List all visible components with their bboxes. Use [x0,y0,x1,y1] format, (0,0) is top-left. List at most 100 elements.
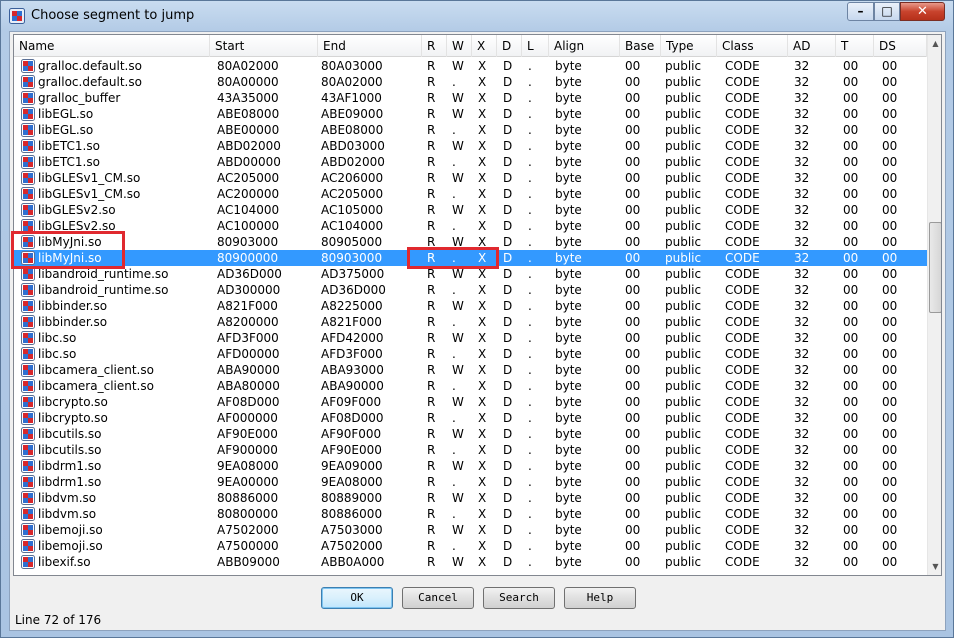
column-header-name[interactable]: Name [14,35,210,57]
cell-align: byte [555,459,582,473]
column-header-type[interactable]: Type [661,35,717,57]
table-row[interactable]: libandroid_runtime.so AD300000 AD36D000 R. X… [14,282,927,298]
cell-d: D [503,363,513,377]
cell-d: D [503,235,513,249]
cell-name: libemoji.so [38,539,103,553]
maximize-button[interactable]: □ [874,2,900,21]
cell-base: 00 [625,443,641,457]
cell-r: R [427,267,436,281]
cell-align: byte [555,251,582,265]
segment-icon [21,187,35,201]
table-row[interactable]: libcamera_client.so ABA90000 ABA93000 R W X D.… [14,362,927,378]
cell-ad: 32 [794,331,810,345]
cell-w: W [452,107,464,121]
segment-list[interactable]: Name Start End R W X D L Align Base Type Class AD T DS… [13,34,942,576]
table-row[interactable]: libMyJni.so 80900000 80903000 R. X D. byte 00 pu… [14,250,927,266]
cell-ad: 32 [794,443,810,457]
table-row[interactable]: libemoji.so A7500000 A7502000 R. X D. byte 00 pu… [14,538,927,554]
cell-type: public [665,379,702,393]
table-row[interactable]: libETC1.so ABD02000 ABD03000 R W X D. byte 00 pub… [14,138,927,154]
table-row[interactable]: libEGL.so ABE00000 ABE08000 R. X D. byte 00 publ… [14,122,927,138]
table-row[interactable]: libGLESv1_CM.so AC200000 AC205000 R. X D. byte… [14,186,927,202]
table-row[interactable]: libcamera_client.so ABA80000 ABA90000 R. X D.… [14,378,927,394]
cell-end: AC205000 [321,187,384,201]
cell-t: 00 [843,395,859,409]
cell-base: 00 [625,347,641,361]
cell-ad: 32 [794,283,810,297]
table-row[interactable]: libcrypto.so AF000000 AF08D000 R. X D. byte 00 p… [14,410,927,426]
column-header-d[interactable]: D [497,35,522,57]
cell-end: AFD3F000 [321,347,383,361]
column-header-w[interactable]: W [447,35,472,57]
cell-ad: 32 [794,539,810,553]
column-header-class[interactable]: Class [717,35,788,57]
cell-d: D [503,107,513,121]
cell-type: public [665,347,702,361]
cell-ds: 00 [882,235,898,249]
cell-d: D [503,75,513,89]
table-row[interactable]: libemoji.so A7502000 A7503000 R W X D. byte 00 pu… [14,522,927,538]
close-button[interactable]: ✕ [900,2,945,21]
cell-l: . [528,475,532,489]
ok-button[interactable]: OK [321,587,393,609]
table-row[interactable]: libcutils.so AF900000 AF90E000 R. X D. byte 00 p… [14,442,927,458]
search-button[interactable]: Search [483,587,555,609]
title-bar[interactable]: Choose segment to jump – □ ✕ [1,1,953,31]
segment-icon [21,107,35,121]
table-row[interactable]: libMyJni.so 80903000 80905000 R W X D. byte 00 pu… [14,234,927,250]
column-header-end[interactable]: End [318,35,422,57]
table-row[interactable]: gralloc.default.so 80A02000 80A03000 R W X D. b… [14,58,927,74]
cell-start: A8200000 [217,315,279,329]
column-header-start[interactable]: Start [210,35,318,57]
column-header-t[interactable]: T [836,35,874,57]
table-row[interactable]: libc.so AFD00000 AFD3F000 R. X D. byte 00 public… [14,346,927,362]
table-row[interactable]: libcrypto.so AF08D000 AF09F000 R W X D. byte 00 p… [14,394,927,410]
table-row[interactable]: libdrm1.so 9EA08000 9EA09000 R W X D. byte 00 pub… [14,458,927,474]
cell-class: CODE [725,75,760,89]
scroll-up-arrow-icon[interactable]: ▲ [928,35,941,52]
table-row[interactable]: libETC1.so ABD00000 ABD02000 R. X D. byte 00 pub… [14,154,927,170]
cell-ds: 00 [882,507,898,521]
help-button[interactable]: Help [564,587,636,609]
table-row[interactable]: gralloc_buffer 43A35000 43AF1000 R W X D. byte 0… [14,90,927,106]
cell-t: 00 [843,75,859,89]
table-row[interactable]: libGLESv2.so AC104000 AC105000 R W X D. byte 00 p… [14,202,927,218]
table-row[interactable]: libdvm.so 80800000 80886000 R. X D. byte 00 publ… [14,506,927,522]
column-header-base[interactable]: Base [620,35,661,57]
table-row[interactable]: libc.so AFD3F000 AFD42000 R W X D. byte 00 public… [14,330,927,346]
cell-l: . [528,315,532,329]
vertical-scrollbar[interactable]: ▲ ▼ [927,35,941,575]
column-header-x[interactable]: X [472,35,497,57]
table-row[interactable]: libcutils.so AF90E000 AF90F000 R W X D. byte 00 p… [14,426,927,442]
minimize-button[interactable]: – [847,2,874,21]
cell-d: D [503,123,513,137]
column-header-r[interactable]: R [422,35,447,57]
cell-r: R [427,171,436,185]
table-row[interactable]: libdvm.so 80886000 80889000 R W X D. byte 00 publ… [14,490,927,506]
column-header-l[interactable]: L [522,35,549,57]
column-header-ad[interactable]: AD [788,35,836,57]
column-header-ds[interactable]: DS [874,35,927,57]
list-rows[interactable]: gralloc.default.so 80A02000 80A03000 R W X D. b… [14,58,927,575]
cell-r: R [427,139,436,153]
table-row[interactable]: libdrm1.so 9EA00000 9EA08000 R. X D. byte 00 pub… [14,474,927,490]
table-row[interactable]: libEGL.so ABE08000 ABE09000 R W X D. byte 00 publ… [14,106,927,122]
table-row[interactable]: libexif.so ABB09000 ABB0A000 R W X D. byte 00 pub… [14,554,927,570]
table-row[interactable]: libandroid_runtime.so AD36D000 AD375000 R W X… [14,266,927,282]
segment-icon [21,555,35,569]
cell-ad: 32 [794,459,810,473]
cell-ad: 32 [794,411,810,425]
column-header-align[interactable]: Align [549,35,620,57]
table-row[interactable]: libGLESv1_CM.so AC205000 AC206000 R W X D. byte… [14,170,927,186]
scroll-down-arrow-icon[interactable]: ▼ [928,558,941,575]
cell-x: X [478,555,487,569]
cancel-button[interactable]: Cancel [402,587,474,609]
cell-d: D [503,395,513,409]
cell-w: W [452,139,464,153]
table-row[interactable]: libbinder.so A8200000 A821F000 R. X D. byte 00 p… [14,314,927,330]
cell-base: 00 [625,171,641,185]
table-row[interactable]: libbinder.so A821F000 A8225000 R W X D. byte 00 p… [14,298,927,314]
scroll-thumb[interactable] [929,222,941,313]
table-row[interactable]: libGLESv2.so AC100000 AC104000 R. X D. byte 00 p… [14,218,927,234]
table-row[interactable]: gralloc.default.so 80A00000 80A02000 R. X D. b… [14,74,927,90]
